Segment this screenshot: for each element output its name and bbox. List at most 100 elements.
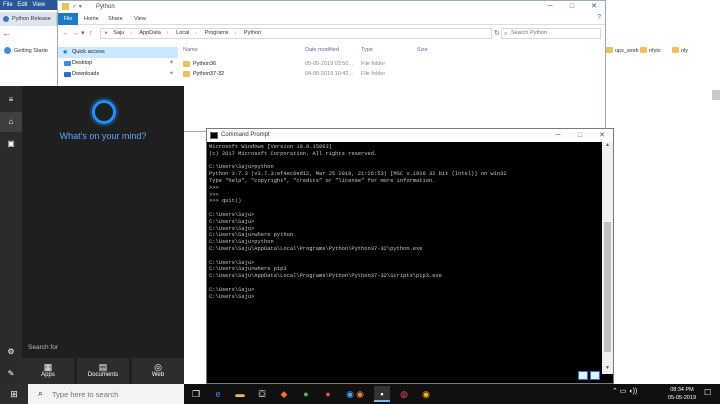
app-icon[interactable]: ● xyxy=(320,386,336,402)
nav-item-quick-access[interactable]: ★ Quick access xyxy=(58,47,178,58)
ribbon-tab-file[interactable]: File xyxy=(58,13,78,25)
pin-icon: ✦ xyxy=(168,60,174,66)
action-center-icon[interactable]: ☐ xyxy=(704,388,711,397)
browser-tab-label: Python Release xyxy=(12,16,51,22)
settings-gear-icon[interactable]: ⚙ xyxy=(0,342,22,362)
ribbon-tab-share[interactable]: Share xyxy=(108,13,123,25)
folder-icon xyxy=(672,47,679,53)
breadcrumb-item[interactable]: Saju xyxy=(113,30,124,36)
back-arrow-icon[interactable]: ← xyxy=(62,28,69,39)
folder-icon xyxy=(183,61,190,67)
app-icon[interactable]: ◉ xyxy=(418,386,434,402)
search-icon: ⌕ xyxy=(504,31,508,37)
scroll-down-icon[interactable]: ▼ xyxy=(602,365,613,374)
taskbar-search-input[interactable] xyxy=(52,388,172,400)
large-icons-view-icon[interactable] xyxy=(590,371,600,380)
file-date: 05-05-2019 03:50... xyxy=(305,61,354,67)
breadcrumb-item[interactable]: AppData xyxy=(139,30,160,36)
chrome-icon[interactable]: ◍ xyxy=(396,386,412,402)
cmd-output-line: C:\Users\Saju\AppData\Local\Programs\Pyt… xyxy=(209,245,423,252)
nav-item-downloads[interactable]: Downloads ✦ xyxy=(58,69,178,80)
browser-menu-file[interactable]: File xyxy=(3,2,13,8)
start-menu-rail: ≡ ⌂ ▣ ⚙ ✎ xyxy=(0,86,22,384)
close-icon[interactable]: ✕ xyxy=(591,129,613,142)
address-bar[interactable]: ▸ Saju › AppData › Local › Programs › Python xyxy=(100,28,492,39)
browser-scroll-thumb[interactable] xyxy=(712,90,720,100)
forward-arrow-icon[interactable]: → xyxy=(72,28,79,39)
taskbar-search-box[interactable]: ⌕ xyxy=(28,384,184,404)
browser-menu-view[interactable]: View xyxy=(32,2,45,8)
apps-icon: ▦ xyxy=(43,362,53,372)
column-header-date[interactable]: Date modified xyxy=(305,47,339,53)
folder-icon xyxy=(640,47,647,53)
cmd-output-line: >>> xyxy=(209,184,219,191)
ribbon-tab-home[interactable]: Home xyxy=(84,13,99,25)
folder-icon xyxy=(183,71,190,77)
filter-tile-apps[interactable]: ▦ Apps xyxy=(22,358,74,384)
home-icon[interactable]: ⌂ xyxy=(0,112,22,132)
breadcrumb-item[interactable]: Python xyxy=(244,30,261,36)
column-header-size[interactable]: Size xyxy=(417,47,428,53)
bookmark-getting-started[interactable]: Getting Starte xyxy=(0,44,57,58)
up-arrow-icon[interactable]: ↑ xyxy=(89,28,93,39)
chevron-down-icon[interactable]: ▾ xyxy=(81,28,85,39)
details-view-icon[interactable] xyxy=(578,371,588,380)
feedback-icon[interactable]: ✎ xyxy=(0,364,22,384)
ribbon-tab-view[interactable]: View xyxy=(134,13,146,25)
nav-item-desktop[interactable]: Desktop ✦ xyxy=(58,58,178,69)
notebook-icon[interactable]: ▣ xyxy=(0,134,22,154)
maximize-icon[interactable]: □ xyxy=(561,1,583,13)
windows-start-icon[interactable]: ⊞ xyxy=(0,384,28,404)
filter-tile-web[interactable]: ◎ Web xyxy=(132,358,184,384)
edge-icon[interactable]: e xyxy=(210,386,226,402)
file-explorer-icon[interactable]: ▬ xyxy=(232,386,248,402)
command-prompt-taskbar-icon[interactable]: ▪ xyxy=(374,386,390,402)
scroll-thumb[interactable] xyxy=(604,222,611,352)
nav-item-label: Desktop xyxy=(72,60,93,66)
help-icon[interactable]: ? xyxy=(597,14,601,21)
bookmark-ups-work[interactable]: ups_work xyxy=(606,44,639,58)
task-view-icon[interactable]: ❐ xyxy=(188,386,204,402)
breadcrumb-item[interactable]: Local xyxy=(176,30,189,36)
column-header-type[interactable]: Type xyxy=(361,47,373,53)
scroll-up-icon[interactable]: ▲ xyxy=(602,142,613,151)
file-row[interactable]: Python37-32 04-05-2019 10:42... File fol… xyxy=(183,69,483,79)
bookmark-label: Getting Starte xyxy=(14,48,48,54)
office-icon[interactable]: ◆ xyxy=(276,386,292,402)
filter-tile-documents[interactable]: ▤ Documents xyxy=(77,358,129,384)
breadcrumb-item[interactable]: Programs xyxy=(205,30,229,36)
browser-menu-edit[interactable]: Edit xyxy=(17,2,27,8)
minimize-icon[interactable]: ─ xyxy=(539,1,561,13)
app-icon[interactable]: ● xyxy=(298,386,314,402)
refresh-icon[interactable]: ↻ xyxy=(494,28,500,39)
bookmark-nly[interactable]: nly xyxy=(672,44,688,58)
bookmark-nfyio[interactable]: nfyio xyxy=(640,44,661,58)
bookmark-label: nly xyxy=(681,48,689,54)
back-arrow-icon[interactable]: ← xyxy=(2,28,11,38)
cmd-scrollbar[interactable]: ▲ ▼ xyxy=(602,142,613,374)
maximize-icon[interactable]: □ xyxy=(569,129,591,142)
column-header-name[interactable]: Name xyxy=(183,47,198,53)
cortana-circle-icon xyxy=(92,100,116,124)
explorer-search-input[interactable] xyxy=(511,30,596,36)
cmd-output-line: C:\Users\Saju> xyxy=(209,259,255,266)
explorer-search-box[interactable]: ⌕ xyxy=(501,28,601,39)
system-tray[interactable]: ⌃ ▭ ◖)) xyxy=(612,387,637,395)
browser-tab[interactable]: Python Release xyxy=(0,12,57,26)
cmd-output[interactable]: Microsoft Windows [Version 10.0.15063] (c… xyxy=(209,144,602,372)
store-icon[interactable]: ⛋ xyxy=(254,386,270,402)
cmd-output-line: Python 3.7.3 (v3.7.3:ef4ec6ed12, Mar 25 … xyxy=(209,171,507,178)
file-row[interactable]: Python36 05-05-2019 03:50... File folder xyxy=(183,59,483,69)
search-icon: ⌕ xyxy=(38,388,44,398)
firefox-icon[interactable]: ◉ xyxy=(352,386,368,402)
hamburger-menu-icon[interactable]: ≡ xyxy=(0,90,22,110)
cmd-output-line: C:\Users\Saju> xyxy=(209,218,255,225)
close-icon[interactable]: ✕ xyxy=(583,1,605,13)
quick-access-toolbar-icon[interactable]: ✓ ▾ xyxy=(72,1,82,13)
cmd-output-line: C:\Users\Saju>python xyxy=(209,239,274,246)
clock-time: 08:34 PM xyxy=(670,387,694,393)
minimize-icon[interactable]: ─ xyxy=(547,129,569,142)
star-icon: ★ xyxy=(62,49,69,56)
clock[interactable]: 08:34 PM 05-05-2019 xyxy=(662,386,702,402)
python-favicon-icon xyxy=(3,16,9,22)
